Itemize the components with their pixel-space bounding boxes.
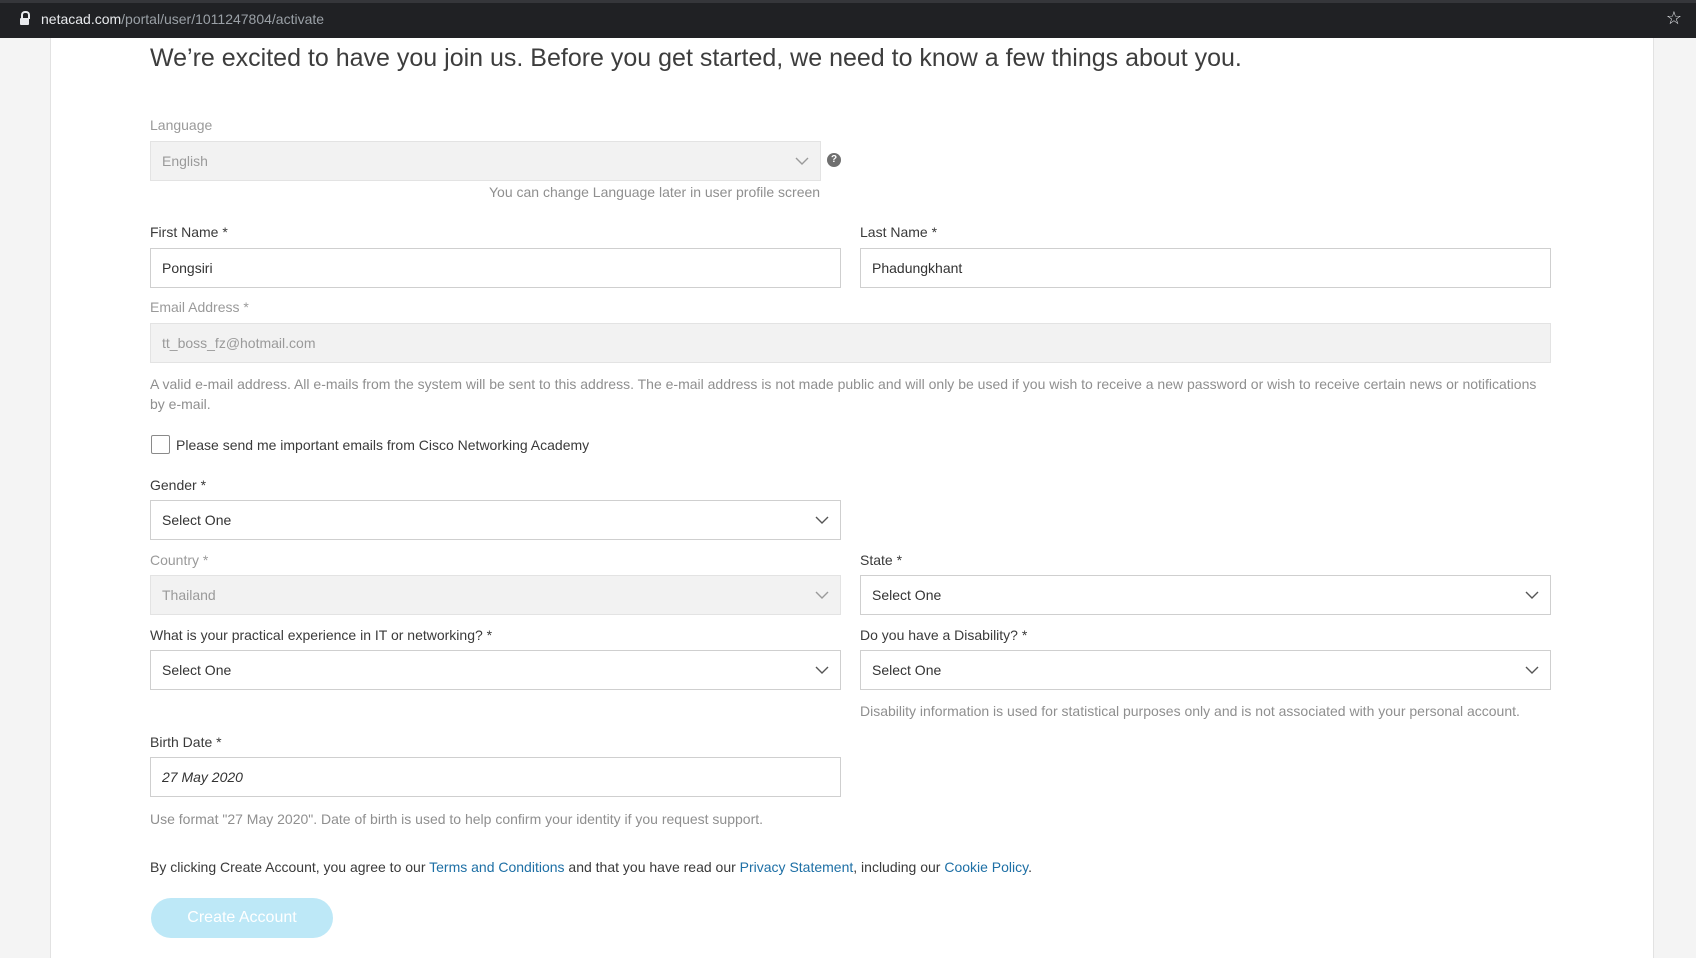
agreement-prefix: By clicking Create Account, you agree to… — [150, 859, 430, 875]
last-name-value: Phadungkhant — [872, 260, 963, 276]
chevron-down-icon — [795, 154, 809, 168]
experience-label: What is your practical experience in IT … — [150, 627, 493, 643]
browser-address-bar[interactable]: netacad.com/portal/user/1011247804/activ… — [0, 0, 1696, 38]
language-value: English — [162, 153, 208, 169]
experience-select[interactable]: Select One — [150, 650, 841, 690]
chevron-down-icon — [815, 663, 829, 677]
gender-select[interactable]: Select One — [150, 500, 841, 540]
question-circle-icon[interactable]: ? — [827, 153, 841, 167]
experience-value: Select One — [162, 662, 232, 678]
chevron-down-icon — [1525, 588, 1539, 602]
birth-date-input[interactable]: 27 May 2020 — [150, 757, 841, 797]
last-name-input[interactable]: Phadungkhant — [860, 248, 1551, 288]
state-value: Select One — [872, 587, 942, 603]
chevron-down-icon — [815, 588, 829, 602]
chevron-down-icon — [1525, 663, 1539, 677]
disability-select[interactable]: Select One — [860, 650, 1551, 690]
last-name-label: Last Name * — [860, 224, 938, 240]
newsletter-label[interactable]: Please send me important emails from Cis… — [176, 437, 589, 453]
chevron-down-icon — [815, 513, 829, 527]
url-text[interactable]: netacad.com/portal/user/1011247804/activ… — [41, 11, 324, 27]
url-host: netacad.com — [41, 11, 122, 27]
language-select[interactable]: English — [150, 141, 821, 181]
language-label: Language — [150, 117, 213, 133]
country-select[interactable]: Thailand — [150, 575, 841, 615]
disability-help-text: Disability information is used for stati… — [860, 703, 1520, 719]
birth-date-help-text: Use format "27 May 2020". Date of birth … — [150, 811, 764, 827]
country-label: Country * — [150, 552, 209, 568]
email-help-line-2: by e-mail. — [150, 396, 211, 412]
first-name-label: First Name * — [150, 224, 228, 240]
language-help-text: You can change Language later in user pr… — [489, 184, 821, 200]
agreement-suffix: . — [1028, 859, 1032, 875]
disability-label: Do you have a Disability? * — [860, 627, 1028, 643]
newsletter-checkbox[interactable] — [151, 435, 170, 454]
first-name-input[interactable]: Pongsiri — [150, 248, 841, 288]
url-path: /portal/user/1011247804/activate — [121, 11, 325, 27]
agreement-middle2: , including our — [853, 859, 945, 875]
create-account-button[interactable]: Create Account — [151, 898, 333, 938]
intro-heading: We’re excited to have you join us. Befor… — [150, 44, 1242, 72]
agreement-text: By clicking Create Account, you agree to… — [150, 859, 1032, 875]
privacy-link[interactable]: Privacy Statement — [740, 859, 854, 875]
tab-strip-edge — [0, 0, 1696, 3]
email-help-text: A valid e-mail address. All e-mails from… — [150, 374, 1560, 414]
gender-label: Gender * — [150, 477, 207, 493]
email-help-line-1: A valid e-mail address. All e-mails from… — [150, 376, 1537, 392]
birth-date-value: 27 May 2020 — [162, 769, 243, 785]
email-field[interactable]: tt_boss_fz@hotmail.com — [150, 323, 1551, 363]
first-name-value: Pongsiri — [162, 260, 213, 276]
email-value: tt_boss_fz@hotmail.com — [162, 335, 316, 351]
gender-value: Select One — [162, 512, 232, 528]
cookie-link[interactable]: Cookie Policy — [944, 859, 1028, 875]
lock-icon[interactable] — [20, 10, 30, 26]
bookmark-star-icon[interactable]: ☆ — [1666, 8, 1682, 28]
email-label: Email Address * — [150, 299, 249, 315]
country-value: Thailand — [162, 587, 216, 603]
terms-link[interactable]: Terms and Conditions — [429, 859, 564, 875]
agreement-middle: and that you have read our — [564, 859, 740, 875]
disability-value: Select One — [872, 662, 942, 678]
state-label: State * — [860, 552, 903, 568]
state-select[interactable]: Select One — [860, 575, 1551, 615]
birth-date-label: Birth Date * — [150, 734, 222, 750]
